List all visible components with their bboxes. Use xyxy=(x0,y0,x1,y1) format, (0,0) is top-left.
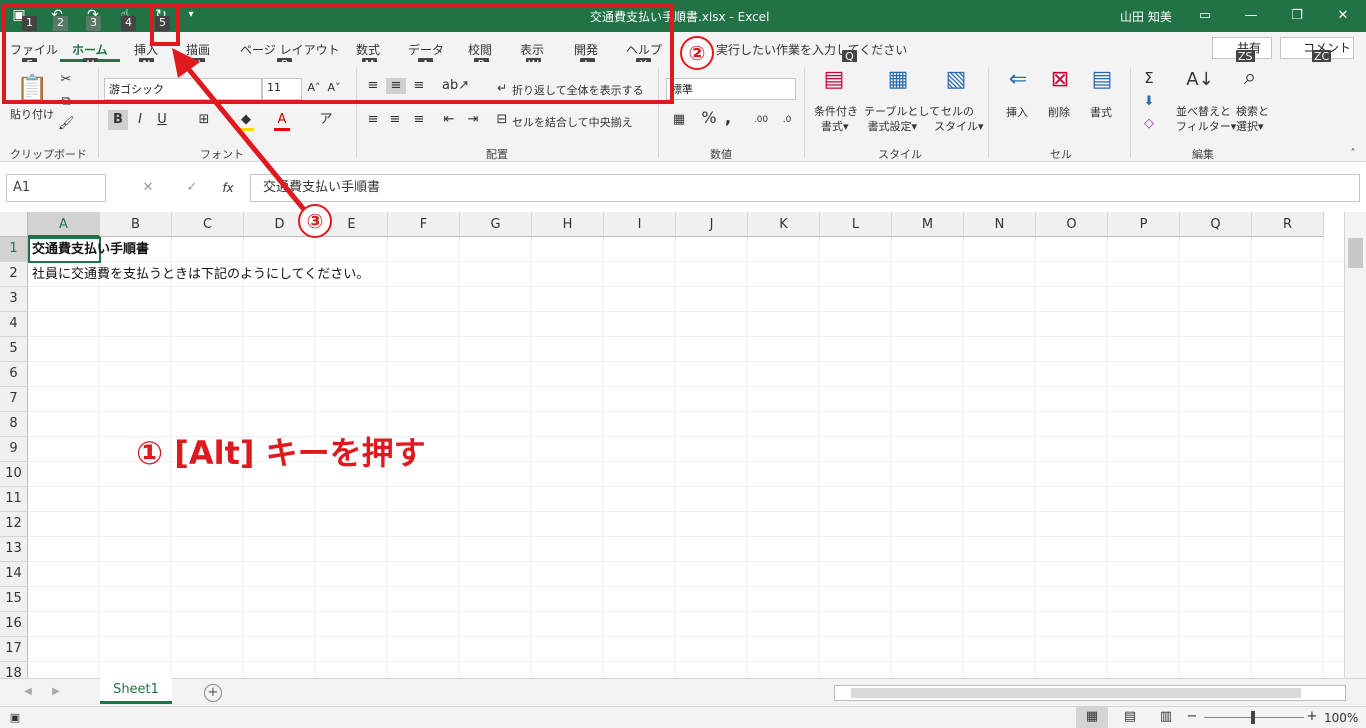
callout-1: ① [Alt] キーを押す xyxy=(136,434,426,472)
callout-3-marker: ③ xyxy=(298,204,332,238)
callout-2-marker: ② xyxy=(680,36,714,70)
annotation-arrow xyxy=(172,48,308,214)
